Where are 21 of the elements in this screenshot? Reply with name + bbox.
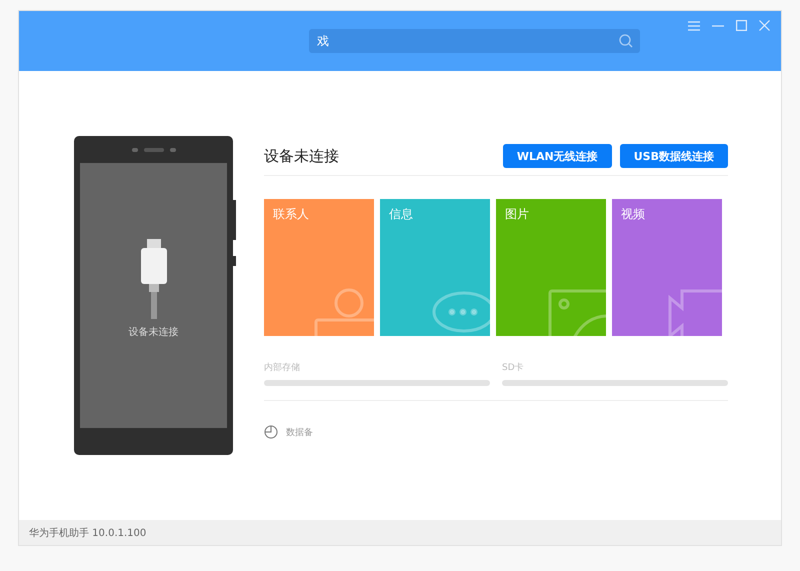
connect-button[interactable]: WLAN无线连接 — [502, 144, 612, 168]
maximize-icon[interactable] — [736, 20, 747, 31]
close-icon[interactable] — [759, 20, 770, 31]
usb-plug-icon — [138, 239, 168, 319]
search-field[interactable]: 戏 — [309, 29, 640, 53]
device-status-title: 设备未连接 — [264, 146, 339, 166]
person-icon — [314, 286, 374, 336]
category-tile[interactable]: 联系人 — [264, 199, 374, 336]
connection-status: 设备未连接 — [128, 326, 178, 339]
menu-icon[interactable] — [688, 20, 700, 30]
clock-icon[interactable] — [264, 425, 278, 439]
search-icon — [619, 34, 633, 48]
connect-button[interactable]: USB数据线连接 — [620, 144, 728, 168]
storage-label: 内部存储 — [264, 362, 301, 374]
backup-link[interactable]: 数据备 — [286, 426, 313, 438]
version-text: 华为手机助手 10.0.1.100 — [29, 526, 146, 540]
category-tile[interactable]: 图片 — [496, 199, 606, 336]
category-tile[interactable]: 信息 — [380, 199, 490, 336]
minimize-icon[interactable] — [712, 24, 724, 26]
category-tile[interactable]: 视频 — [612, 199, 722, 336]
storage-label: SD卡 — [502, 362, 525, 374]
